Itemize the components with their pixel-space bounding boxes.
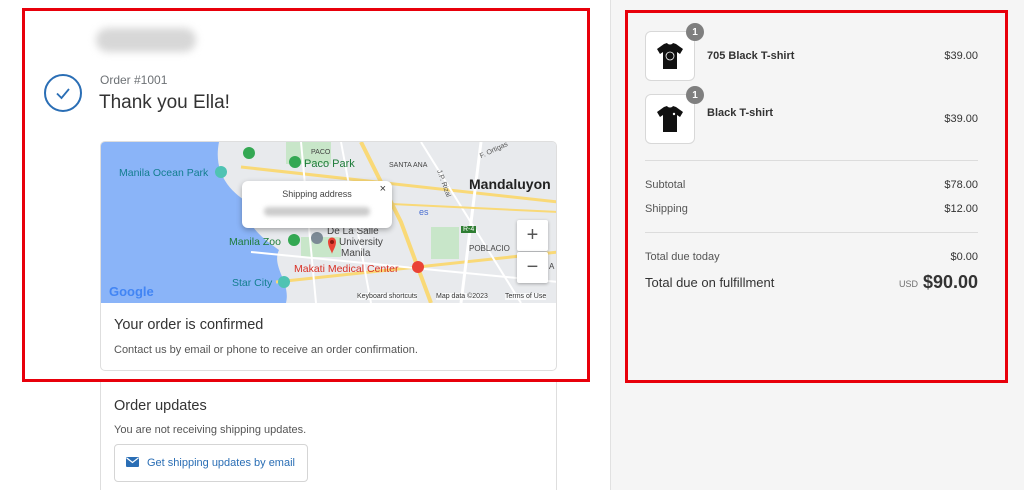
map-label-es: es [419, 207, 429, 217]
item-price: $39.00 [944, 113, 978, 125]
map-label-mandaluyong: Mandaluyon [469, 176, 551, 192]
map-label-paco-park: Paco Park [304, 158, 355, 170]
product-thumbnail [645, 31, 695, 81]
subtotal-value: $78.00 [944, 179, 978, 191]
close-icon[interactable]: × [380, 183, 386, 195]
shipping-value: $12.00 [944, 203, 978, 215]
line-item: 1 Black T-shirt $39.00 [645, 86, 981, 144]
map-label-r4: R-4 [461, 226, 477, 233]
map-label-manila: Manila [341, 248, 371, 259]
confirmation-text: Contact us by email or phone to receive … [114, 344, 418, 356]
confirmation-title: Your order is confirmed [114, 317, 264, 333]
zoom-out-button[interactable]: − [517, 252, 548, 283]
item-price: $39.00 [944, 50, 978, 62]
item-name: Black T-shirt [707, 107, 774, 119]
confirmation-card: PACO Paco Park SANTA ANA F. Ortigas Mani… [100, 141, 557, 371]
terms-of-use-link[interactable]: Terms of Use [505, 293, 547, 300]
due-today-label: Total due today [645, 251, 720, 263]
map-label-santa-ana: SANTA ANA [389, 162, 428, 169]
map-label-poblacion: POBLACIO [469, 244, 510, 253]
redacted-address [264, 207, 370, 216]
fulfillment-total-value: $90.00 [922, 272, 978, 292]
divider [645, 232, 978, 233]
map-label-paco: PACO [311, 149, 331, 156]
order-updates-card: Order updates You are not receiving ship… [100, 382, 557, 490]
map-label-makati-medical: Makati Medical Center [294, 263, 399, 275]
google-logo: Google [109, 284, 154, 299]
map-label-manila-ocean-park: Manila Ocean Park [119, 167, 209, 179]
map-label-university: University [339, 237, 383, 248]
map-label-star-city: Star City [232, 277, 273, 289]
keyboard-shortcuts-link[interactable]: Keyboard shortcuts [357, 293, 418, 300]
due-today-value: $0.00 [950, 251, 978, 263]
tshirt-icon [657, 106, 683, 132]
order-status-panel: Order #1001 Thank you Ella! PACO Paco Pa… [0, 0, 610, 490]
popup-title: Shipping address [282, 189, 352, 199]
map-data-text: Map data ©2023 [436, 293, 488, 300]
order-number: Order #1001 [100, 73, 168, 87]
map-label-manila-zoo: Manila Zoo [229, 236, 281, 248]
quantity-badge: 1 [686, 86, 704, 104]
store-logo [96, 28, 196, 52]
divider [645, 160, 978, 161]
map-label-a: A [549, 262, 555, 271]
fulfillment-total-label: Total due on fulfillment [645, 275, 775, 290]
checkmark-icon [44, 74, 82, 112]
product-thumbnail [645, 94, 695, 144]
order-updates-text: You are not receiving shipping updates. [114, 424, 307, 436]
item-name: 705 Black T-shirt [707, 50, 795, 62]
get-shipping-updates-button[interactable]: Get shipping updates by email [114, 444, 308, 482]
shipping-label: Shipping [645, 203, 688, 215]
thank-you-heading: Thank you Ella! [99, 92, 230, 113]
line-item: 1 705 Black T-shirt $39.00 [645, 23, 981, 81]
zoom-in-button[interactable]: + [517, 220, 548, 251]
subtotal-label: Subtotal [645, 179, 686, 191]
quantity-badge: 1 [686, 23, 704, 41]
tshirt-icon [657, 43, 683, 69]
currency-code: USD [898, 279, 918, 289]
mail-icon [126, 456, 139, 470]
shipping-map[interactable]: PACO Paco Park SANTA ANA F. Ortigas Mani… [101, 142, 556, 303]
shipping-address-popup: Shipping address × [242, 181, 392, 228]
order-updates-title: Order updates [114, 398, 207, 414]
get-shipping-updates-label: Get shipping updates by email [147, 457, 295, 469]
